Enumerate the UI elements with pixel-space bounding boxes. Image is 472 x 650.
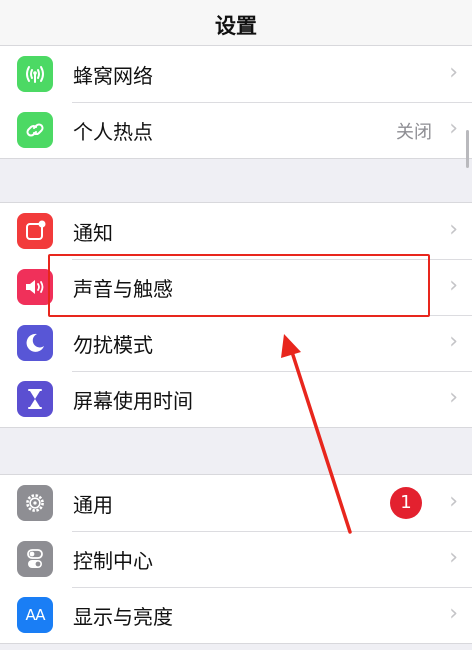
annotation-arrow — [281, 334, 352, 534]
